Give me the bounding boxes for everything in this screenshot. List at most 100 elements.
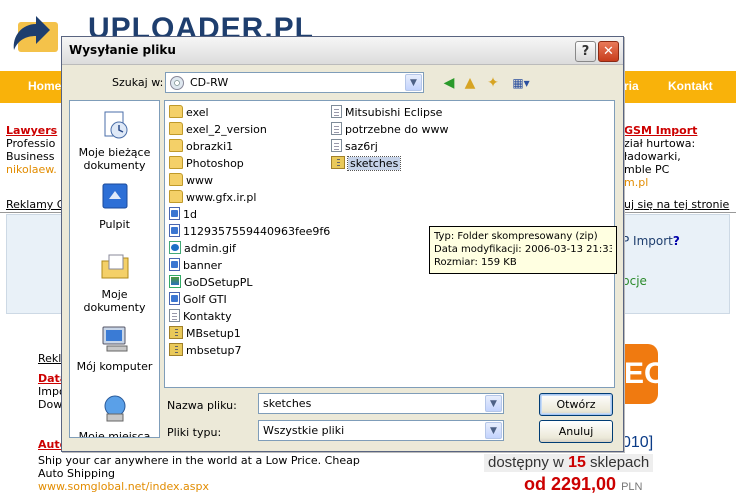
file-list-item[interactable]: saz6rj bbox=[331, 138, 378, 155]
avail-count: 15 bbox=[568, 454, 586, 471]
file-list-item[interactable]: exel bbox=[169, 104, 209, 121]
file-list-item[interactable]: www bbox=[169, 172, 213, 189]
advertise-here-link[interactable]: uj się na tej stronie bbox=[624, 198, 729, 211]
back-icon[interactable]: ◀ bbox=[440, 74, 458, 92]
views-menu-icon[interactable]: ▦▾ bbox=[507, 74, 535, 92]
file-name: saz6rj bbox=[345, 140, 378, 153]
place-my-documents[interactable]: Moje dokumenty bbox=[70, 251, 159, 314]
price-value: od 2291,00 PLN bbox=[524, 474, 642, 495]
file-icon bbox=[169, 309, 180, 322]
open-button[interactable]: Otwórz bbox=[539, 393, 613, 416]
price-amount: od 2291,00 bbox=[524, 474, 617, 494]
file-list-item[interactable]: banner bbox=[169, 257, 222, 274]
filetype-dropdown[interactable]: Wszystkie pliki ▼ bbox=[258, 420, 504, 441]
ad-right-title[interactable]: GSM Import bbox=[624, 124, 736, 137]
logo-arrow-icon bbox=[13, 16, 58, 52]
up-folder-icon[interactable]: ▲ bbox=[461, 74, 479, 92]
folder-icon bbox=[169, 105, 183, 118]
folder-icon bbox=[169, 139, 183, 152]
ad-auto-link[interactable]: www.somglobal.net/index.aspx bbox=[38, 480, 360, 493]
new-folder-icon[interactable]: ✦ bbox=[484, 74, 502, 92]
file-list-item[interactable]: obrazki1 bbox=[169, 138, 233, 155]
place-recent-documents[interactable]: Moje bieżące dokumenty bbox=[70, 109, 159, 172]
folder-icon bbox=[169, 156, 183, 169]
places-bar: Moje bieżące dokumenty Pulpit Moje dokum… bbox=[69, 100, 160, 438]
chevron-down-icon[interactable]: ▼ bbox=[485, 395, 502, 412]
ad-left: Lawyers Professio Business nikolaew. bbox=[6, 124, 66, 176]
file-list-item[interactable]: GoDSetupPL bbox=[169, 274, 253, 291]
file-upload-dialog: Wysyłanie pliku ? ✕ Szukaj w: CD-RW ▼ ◀ … bbox=[61, 36, 624, 452]
price-currency: PLN bbox=[621, 481, 643, 493]
look-in-dropdown[interactable]: CD-RW ▼ bbox=[165, 72, 424, 93]
filename-field[interactable]: sketches ▼ bbox=[258, 393, 504, 414]
network-places-icon bbox=[104, 395, 125, 422]
desktop-icon bbox=[102, 183, 127, 209]
nav-home[interactable]: Home bbox=[28, 79, 61, 93]
filename-label: Nazwa pliku: bbox=[167, 399, 237, 412]
cancel-button[interactable]: Anuluj bbox=[539, 420, 613, 443]
ad-left-link[interactable]: nikolaew. bbox=[6, 163, 66, 176]
file-list-item[interactable]: MBsetup1 bbox=[169, 325, 241, 342]
opcje-text[interactable]: pcje bbox=[622, 274, 647, 288]
ad-auto: Ship your car anywhere in the world at a… bbox=[38, 454, 360, 493]
zip-icon bbox=[331, 156, 345, 169]
file-list-item[interactable]: 1129357559440963fee9f6 bbox=[169, 223, 330, 240]
file-name: sketches bbox=[346, 156, 402, 171]
file-list-item[interactable]: www.gfx.ir.pl bbox=[169, 189, 256, 206]
file-name: obrazki1 bbox=[186, 140, 234, 153]
file-name: GoDSetupPL bbox=[184, 276, 253, 289]
ad-right-link[interactable]: m.pl bbox=[624, 176, 736, 189]
filetype-value: Wszystkie pliki bbox=[263, 424, 345, 437]
place-network[interactable]: Moje miejsca bbox=[70, 393, 159, 437]
exe-icon bbox=[169, 275, 181, 288]
tooltip-size: Rozmiar: 159 KB bbox=[434, 257, 517, 268]
look-in-value: CD-RW bbox=[190, 76, 229, 89]
file-info-tooltip: Typ: Folder skompresowany (zip) Data mod… bbox=[429, 226, 617, 274]
file-list-item[interactable]: Golf GTI bbox=[169, 291, 227, 308]
file-list-item[interactable]: exel_2_version bbox=[169, 121, 267, 138]
zip-icon bbox=[169, 326, 183, 339]
nav-partial[interactable]: ria bbox=[624, 79, 639, 93]
file-name: Photoshop bbox=[186, 157, 244, 170]
file-list-item[interactable]: Mitsubishi Eclipse bbox=[331, 104, 442, 121]
file-list-item[interactable]: admin.gif bbox=[169, 240, 236, 257]
place-desktop[interactable]: Pulpit bbox=[70, 181, 159, 231]
file-list-item[interactable]: potrzebne do www bbox=[331, 121, 449, 138]
file-name: 1d bbox=[183, 208, 197, 221]
price-availability[interactable]: dostępny w 15 sklepach bbox=[484, 454, 654, 472]
seo-badge: EO bbox=[624, 344, 667, 404]
file-name: 1129357559440963fee9f6 bbox=[183, 225, 331, 238]
tooltip-modified: Data modyfikacji: 2006-03-13 21:33 bbox=[434, 244, 612, 255]
gsm-question-text: P Import bbox=[622, 234, 673, 248]
file-name: admin.gif bbox=[184, 242, 236, 255]
ad-left-title[interactable]: Lawyers bbox=[6, 124, 66, 137]
close-button[interactable]: ✕ bbox=[598, 41, 619, 62]
file-name: mbsetup7 bbox=[186, 344, 242, 357]
nav-kontakt[interactable]: Kontakt bbox=[668, 79, 713, 93]
place-my-computer[interactable]: Mój komputer bbox=[70, 323, 159, 373]
file-name: banner bbox=[183, 259, 222, 272]
htm-icon bbox=[169, 258, 180, 271]
help-button[interactable]: ? bbox=[575, 41, 596, 62]
filetype-label: Pliki typu: bbox=[167, 426, 222, 439]
place-label: Moje dokumenty bbox=[83, 288, 146, 314]
file-list-item[interactable]: Kontakty bbox=[169, 308, 232, 325]
place-label: Moje bieżące dokumenty bbox=[78, 146, 151, 172]
file-list-item[interactable]: mbsetup7 bbox=[169, 342, 241, 359]
file-list-item[interactable]: Photoshop bbox=[169, 155, 244, 172]
file-name: Golf GTI bbox=[183, 293, 227, 306]
dialog-titlebar[interactable]: Wysyłanie pliku ? ✕ bbox=[62, 37, 623, 65]
ad-right-line: mble PC bbox=[624, 163, 670, 176]
ad-auto-line: Ship your car anywhere in the world at a… bbox=[38, 454, 360, 467]
folder-icon bbox=[169, 122, 183, 135]
file-list-item[interactable]: sketches bbox=[331, 155, 402, 172]
cd-drive-icon bbox=[170, 76, 184, 90]
file-list-item[interactable]: 1d bbox=[169, 206, 197, 223]
chevron-down-icon[interactable]: ▼ bbox=[405, 74, 422, 91]
ads-by-google-link[interactable]: Reklamy G bbox=[6, 198, 65, 211]
zip-icon bbox=[169, 343, 183, 356]
gsm-question: P Import? bbox=[622, 234, 680, 248]
chevron-down-icon[interactable]: ▼ bbox=[485, 422, 502, 439]
htm-icon bbox=[169, 292, 180, 305]
recent-documents-icon bbox=[104, 111, 127, 139]
